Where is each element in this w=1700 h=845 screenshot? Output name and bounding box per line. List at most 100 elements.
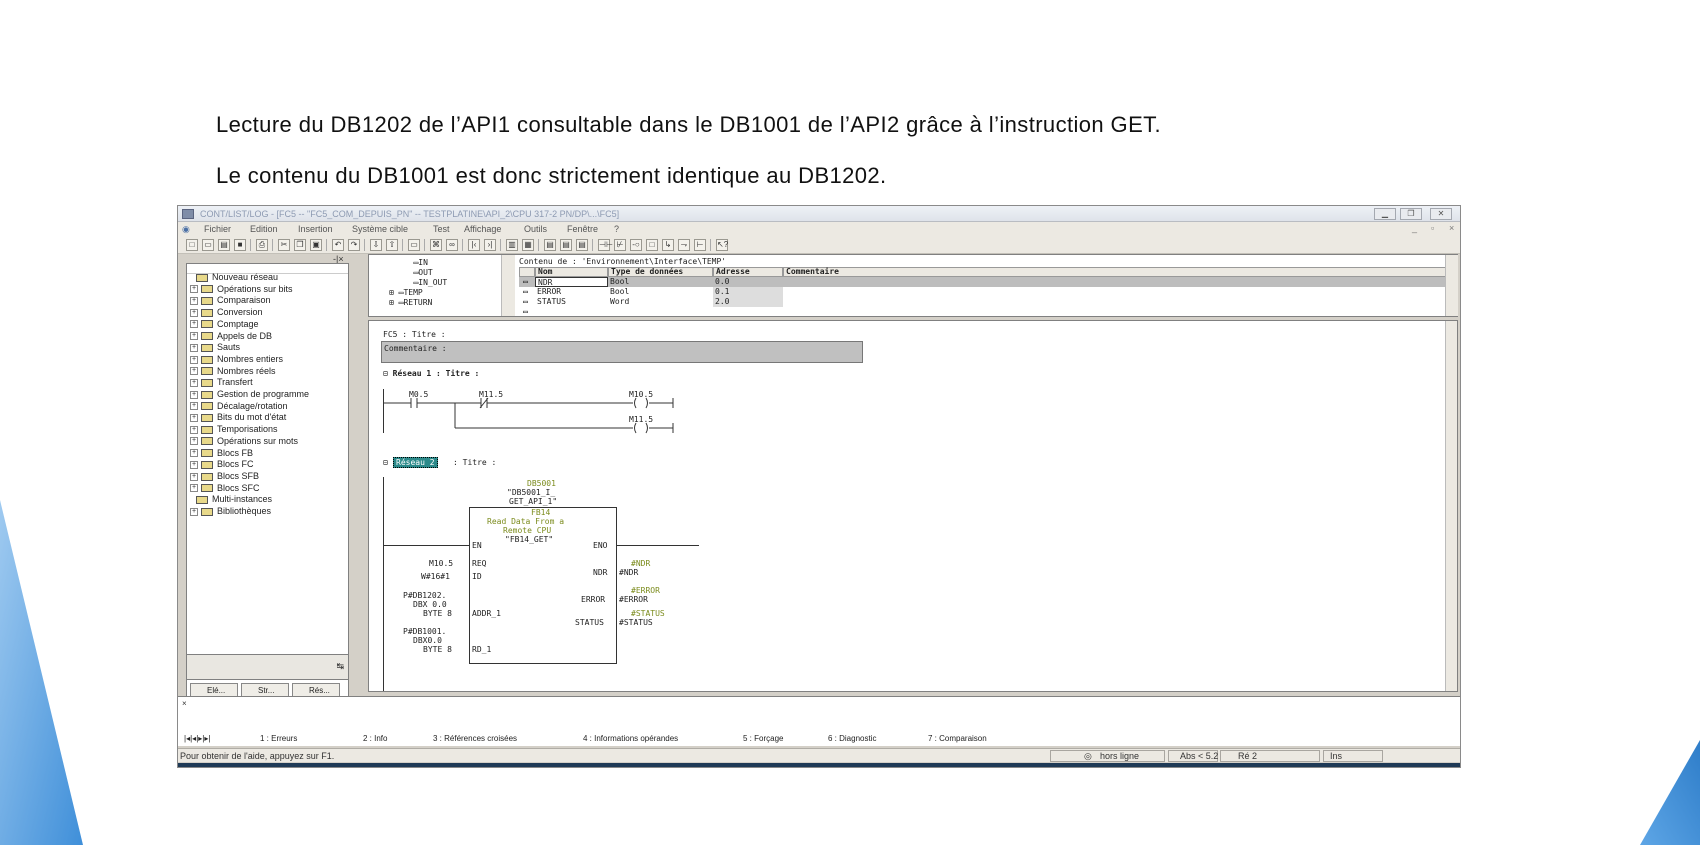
table-row[interactable]: ▭ NDR Bool 0.0 <box>519 277 1449 287</box>
tab-diagnostic[interactable]: 6 : Diagnostic <box>828 734 876 743</box>
cut-icon[interactable]: ✂ <box>278 239 290 251</box>
operand-addr-3[interactable]: BYTE 8 <box>423 609 452 618</box>
menu-insertion[interactable]: Insertion <box>298 224 333 234</box>
table-row[interactable]: ▭ STATUS Word 2.0 <box>519 297 1449 307</box>
menu-systeme-cible[interactable]: Système cible <box>352 224 408 234</box>
open-branch-icon[interactable]: ↳ <box>662 239 674 251</box>
next-icon[interactable]: ›| <box>484 239 496 251</box>
ladder-editor[interactable]: FC5 : Titre : Commentaire : ⊟ Réseau 1 :… <box>368 320 1458 692</box>
catalog-item[interactable]: + Bits du mot d'état <box>190 412 286 423</box>
expand-icon[interactable]: + <box>190 414 198 423</box>
iface-scrollbar[interactable] <box>1445 255 1458 316</box>
connection-icon[interactable]: ⊢ <box>694 239 706 251</box>
rung-icon[interactable]: ▤ <box>576 239 588 251</box>
col-nom[interactable]: Nom <box>535 267 608 277</box>
operand-req[interactable]: M10.5 <box>429 559 453 568</box>
coil-icon[interactable]: -○ <box>630 239 642 251</box>
catalog-item[interactable]: + Transfert <box>190 377 253 388</box>
operand-rd-3[interactable]: BYTE 8 <box>423 645 452 654</box>
editor-scrollbar[interactable] <box>1445 321 1457 691</box>
nc-contact-icon[interactable]: ⊬ <box>614 239 626 251</box>
panel-close-icon[interactable]: × <box>182 699 187 708</box>
tab-info[interactable]: 2 : Info <box>363 734 387 743</box>
expand-icon[interactable]: + <box>190 297 198 306</box>
catalog-item[interactable]: Nouveau réseau <box>196 272 278 283</box>
expand-icon[interactable]: + <box>190 425 198 434</box>
expand-icon[interactable]: + <box>190 378 198 387</box>
branch-icon[interactable]: ▤ <box>560 239 572 251</box>
catalog-item[interactable]: + Blocs SFB <box>190 471 259 482</box>
copy-icon[interactable]: ❐ <box>294 239 306 251</box>
monitor-icon[interactable]: ⌘ <box>430 239 442 251</box>
close-button[interactable]: ✕ <box>1430 208 1452 220</box>
empty-box-icon[interactable]: □ <box>646 239 658 251</box>
iface-tree-in[interactable]: ▭IN <box>399 258 427 267</box>
operand-addr-2[interactable]: DBX 0.0 <box>413 600 447 609</box>
mdi-minimize-icon[interactable]: _ <box>1412 223 1417 233</box>
catalog-item[interactable]: + Nombres entiers <box>190 354 283 365</box>
expand-icon[interactable]: + <box>190 437 198 446</box>
iface-tree-return[interactable]: ⊞ ▭RETURN <box>389 298 432 307</box>
expand-icon[interactable]: + <box>190 343 198 352</box>
table-row[interactable]: ▭ ERROR Bool 0.1 <box>519 287 1449 297</box>
iface-tree-temp[interactable]: ⊞ ▭TEMP <box>389 288 423 297</box>
expand-icon[interactable]: + <box>190 390 198 399</box>
catalog-item[interactable]: + Blocs FC <box>190 459 254 470</box>
expand-icon[interactable]: + <box>190 285 198 294</box>
menu-edition[interactable]: Edition <box>250 224 278 234</box>
detail-view-icon[interactable]: ▦ <box>522 239 534 251</box>
menu-affichage[interactable]: Affichage <box>464 224 501 234</box>
network-1-rung[interactable] <box>383 395 683 435</box>
catalog-item[interactable]: + Nombres réels <box>190 366 276 377</box>
col-commentaire[interactable]: Commentaire <box>783 267 1449 277</box>
network-icon[interactable]: ▤ <box>544 239 556 251</box>
overview-icon[interactable]: ▥ <box>506 239 518 251</box>
catalog-item[interactable]: + Blocs FB <box>190 448 253 459</box>
iface-tree-in-out[interactable]: ▭IN_OUT <box>399 278 447 287</box>
expand-icon[interactable]: + <box>190 484 198 493</box>
operand-id[interactable]: W#16#1 <box>421 572 450 581</box>
catalog-item[interactable]: + Opérations sur bits <box>190 284 293 295</box>
tab-scroll-icon[interactable]: |◂|◂|▸|▸| <box>184 734 210 743</box>
expand-icon[interactable]: + <box>190 402 198 411</box>
tab-informations-operandes[interactable]: 4 : Informations opérandes <box>583 734 678 743</box>
catalog-item[interactable]: + Sauts <box>190 342 240 353</box>
expand-icon[interactable]: + <box>190 320 198 329</box>
mdi-restore-icon[interactable]: ▫ <box>1431 223 1434 233</box>
catalog-item[interactable]: + Temporisations <box>190 424 278 435</box>
mdi-close-icon[interactable]: × <box>1449 223 1454 233</box>
tab-erreurs[interactable]: 1 : Erreurs <box>260 734 297 743</box>
module-state-icon[interactable]: ▭ <box>408 239 420 251</box>
expand-icon[interactable]: + <box>190 460 198 469</box>
network-2-toggle-icon[interactable]: ⊟ <box>383 458 388 467</box>
catalog-item[interactable]: + Comparaison <box>190 295 271 306</box>
col-type[interactable]: Type de données <box>608 267 713 277</box>
catalog-item[interactable]: + Décalage/rotation <box>190 401 288 412</box>
accessible-nodes-icon[interactable]: ▤ <box>218 239 230 251</box>
undo-icon[interactable]: ↶ <box>332 239 344 251</box>
expand-icon[interactable]: + <box>190 449 198 458</box>
catalog-item[interactable]: + Bibliothèques <box>190 506 271 517</box>
catalog-item[interactable]: + Opérations sur mots <box>190 436 298 447</box>
tab-references-croisees[interactable]: 3 : Références croisées <box>433 734 517 743</box>
iface-tree-scrollbar[interactable] <box>501 255 515 316</box>
catalog-item[interactable]: + Gestion de programme <box>190 389 309 400</box>
close-branch-icon[interactable]: ⇁ <box>678 239 690 251</box>
menu-test[interactable]: Test <box>433 224 450 234</box>
no-contact-icon[interactable]: ⊣⊢ <box>598 239 613 251</box>
menu-fenetre[interactable]: Fenêtre <box>567 224 598 234</box>
operand-error[interactable]: #ERROR <box>619 595 648 604</box>
menu-help[interactable]: ? <box>614 224 619 234</box>
expand-icon[interactable]: + <box>190 308 198 317</box>
context-help-icon[interactable]: ↖? <box>716 239 728 251</box>
catalog-item[interactable]: + Blocs SFC <box>190 483 260 494</box>
maximize-button[interactable]: ❐ <box>1400 208 1422 220</box>
expand-icon[interactable]: + <box>190 367 198 376</box>
redo-icon[interactable]: ↷ <box>348 239 360 251</box>
catalog-item[interactable]: + Comptage <box>190 319 259 330</box>
tab-forcage[interactable]: 5 : Forçage <box>743 734 783 743</box>
col-adresse[interactable]: Adresse <box>713 267 783 277</box>
expand-icon[interactable]: + <box>190 507 198 516</box>
glasses-icon[interactable]: ∞ <box>446 239 458 251</box>
expand-icon[interactable]: + <box>190 472 198 481</box>
